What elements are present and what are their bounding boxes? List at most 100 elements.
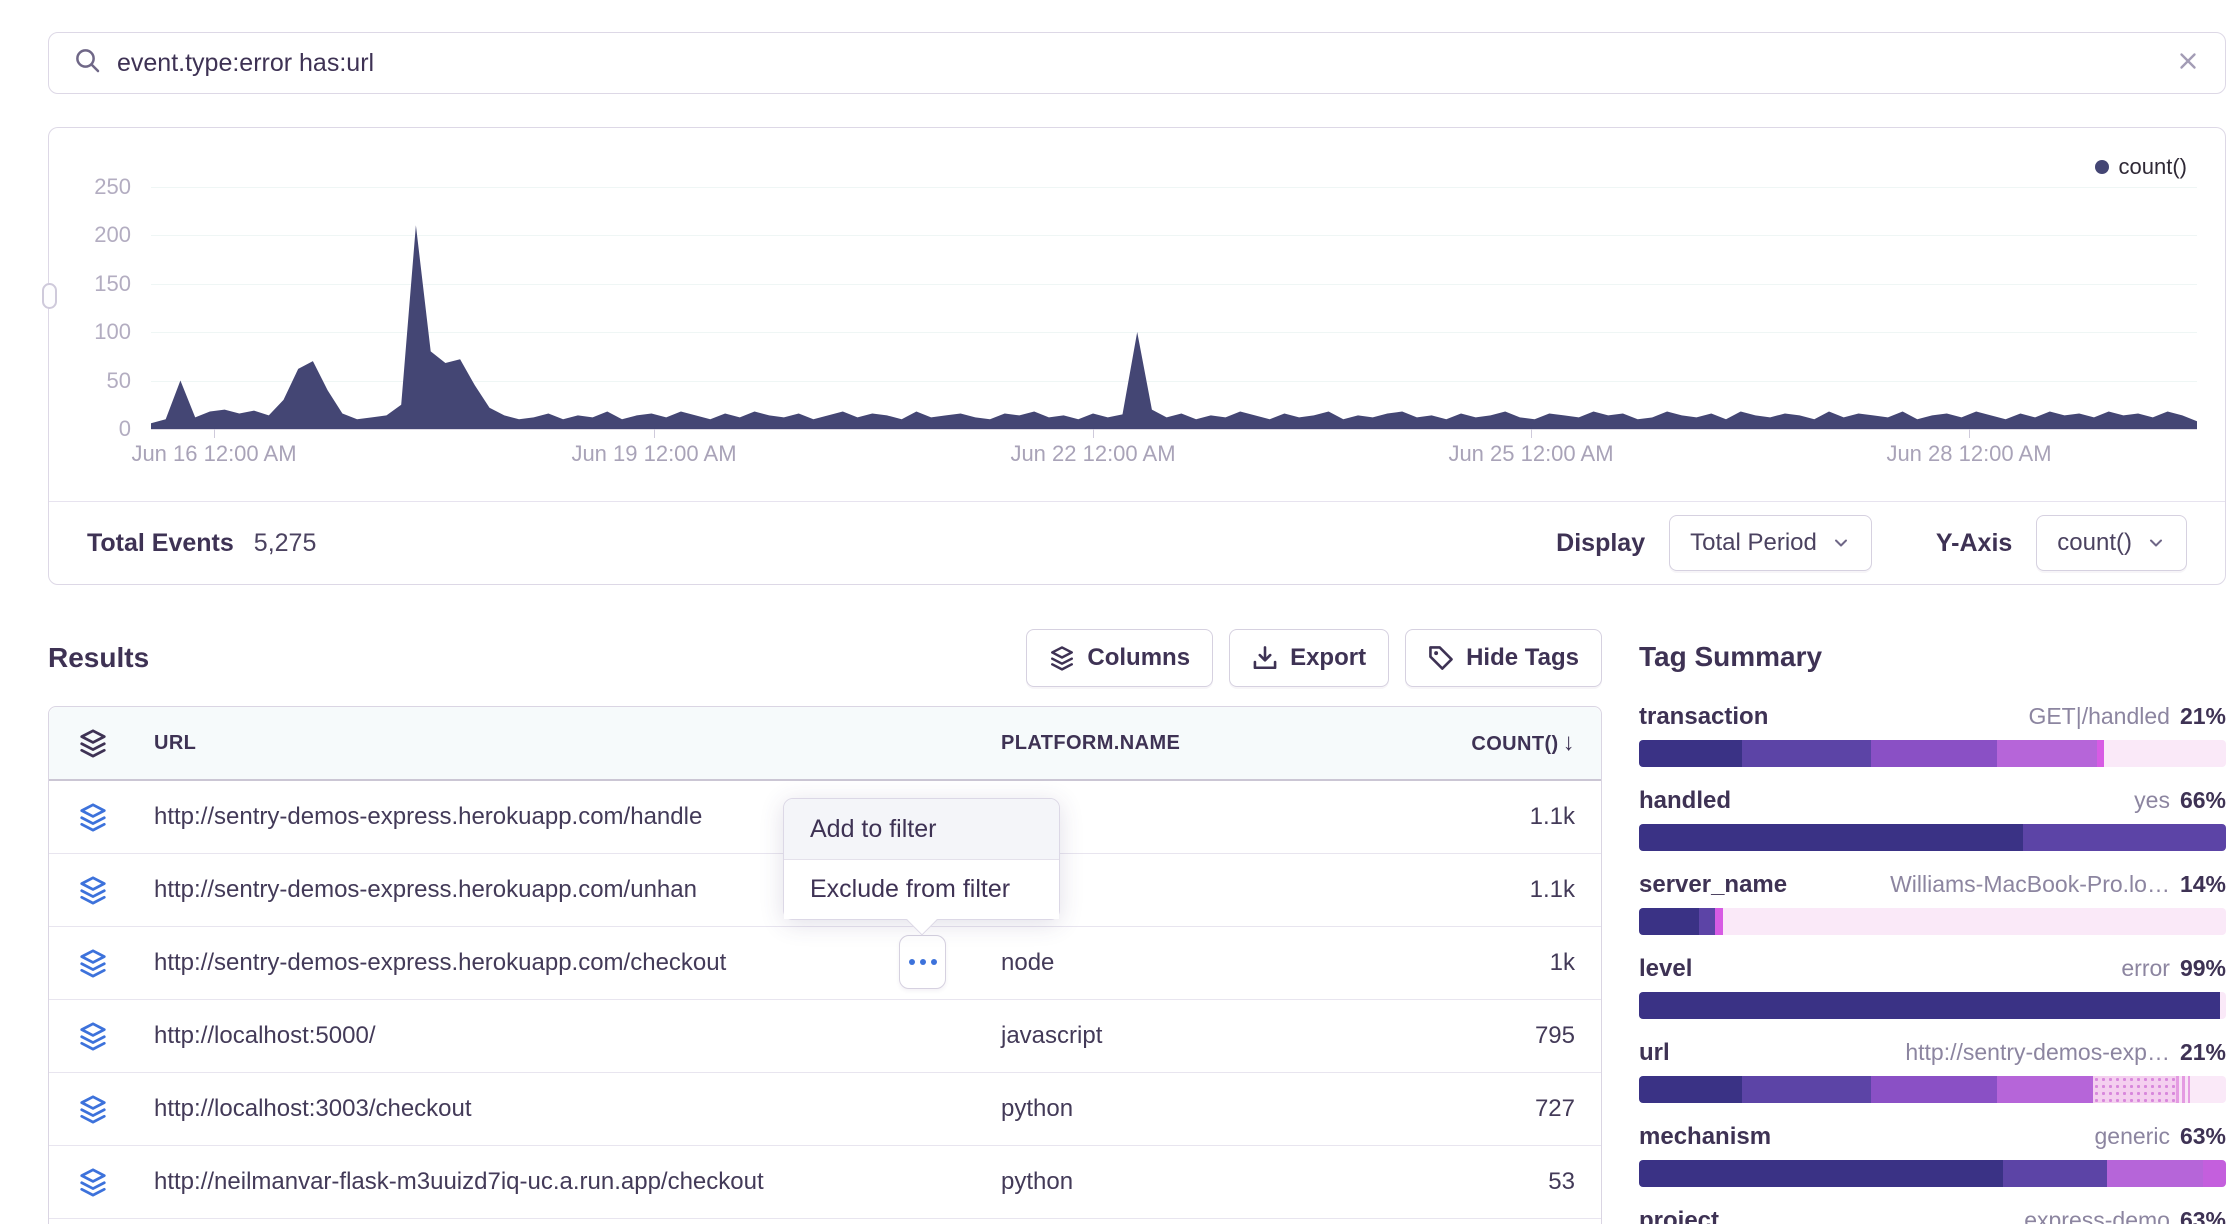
display-dropdown[interactable]: Total Period (1669, 515, 1872, 571)
tag-bar-segment[interactable] (1997, 1076, 2093, 1103)
platform-cell[interactable]: python (984, 1168, 1321, 1196)
tag-distribution-bar[interactable] (1639, 740, 2226, 767)
column-header-platform[interactable]: PLATFORM.NAME (984, 732, 1321, 755)
tag-bar-segment[interactable] (1639, 1076, 1742, 1103)
url-cell[interactable]: http://sentry-demos-express.herokuapp.co… (137, 949, 984, 977)
tag-distribution-bar[interactable] (1639, 824, 2226, 851)
tag-bar-segment[interactable] (1639, 740, 1742, 767)
y-axis-tick-label: 100 (61, 319, 131, 345)
platform-cell[interactable]: python (984, 1095, 1321, 1123)
column-header-url[interactable]: URL (137, 732, 984, 755)
tag-bar-segment[interactable] (1699, 908, 1714, 935)
tag-name[interactable]: project (1639, 1207, 1719, 1224)
tag-name[interactable]: level (1639, 955, 1692, 983)
tag-distribution-bar[interactable] (1639, 1076, 2226, 1103)
table-row[interactable]: http://localhost:3003/checkout python 72… (49, 1073, 1601, 1146)
row-stack-icon[interactable] (49, 875, 137, 905)
panel-resize-handle[interactable] (42, 283, 57, 309)
count-cell[interactable]: 1.1k (1321, 803, 1603, 831)
tag-bar-segment[interactable] (1639, 824, 2023, 851)
tag-top-value: error (2121, 955, 2170, 982)
row-stack-icon[interactable] (49, 948, 137, 978)
row-stack-icon[interactable] (49, 802, 137, 832)
legend-label: count() (2119, 154, 2187, 180)
tag-bar-segment[interactable] (2097, 740, 2104, 767)
platform-cell[interactable]: javascript (984, 1022, 1321, 1050)
stack-icon (78, 728, 108, 758)
tag-bar-segment[interactable] (2107, 1160, 2203, 1187)
results-table: URL PLATFORM.NAME COUNT()↓ http://sentry… (48, 706, 1602, 1224)
row-stack-icon[interactable] (49, 1167, 137, 1197)
count-cell[interactable]: 795 (1321, 1022, 1603, 1050)
cell-actions-button[interactable] (899, 935, 946, 989)
columns-button[interactable]: Columns (1026, 629, 1213, 687)
chart-footer: Total Events 5,275 Display Total Period … (49, 501, 2225, 584)
tag-top-value: GET|/handled (2028, 703, 2170, 730)
count-cell[interactable]: 1k (1321, 949, 1603, 977)
tag-name[interactable]: mechanism (1639, 1123, 1771, 1151)
menu-item-add-to-filter[interactable]: Add to filter (784, 799, 1059, 859)
tag-top-percent: 63% (2180, 1123, 2226, 1150)
tag-bar-segment[interactable] (2190, 1076, 2226, 1103)
tag-bar-segment[interactable] (1639, 908, 1699, 935)
tag-name[interactable]: server_name (1639, 871, 1787, 899)
tag-bar-segment[interactable] (1742, 740, 1871, 767)
url-cell[interactable]: http://localhost:3003/checkout (137, 1095, 984, 1123)
tag-bar-segment[interactable] (2203, 1160, 2226, 1187)
chart-legend[interactable]: count() (2095, 154, 2187, 180)
tag-name[interactable]: handled (1639, 787, 1731, 815)
tag-bar-segment[interactable] (2093, 1076, 2176, 1103)
column-header-count[interactable]: COUNT()↓ (1321, 729, 1603, 757)
yaxis-dropdown[interactable]: count() (2036, 515, 2187, 571)
x-axis-tick (654, 429, 655, 438)
x-axis-tick (1531, 429, 1532, 438)
tag-distribution-bar[interactable] (1639, 908, 2226, 935)
url-cell[interactable]: http://localhost:5000/ (137, 1022, 984, 1050)
tag-top-value: express-demo (2024, 1207, 2170, 1224)
row-stack-icon[interactable] (49, 1021, 137, 1051)
platform-cell[interactable]: node (984, 949, 1321, 977)
search-input[interactable] (117, 49, 2175, 78)
tag-bar-segment[interactable] (2023, 824, 2226, 851)
count-cell[interactable]: 1.1k (1321, 876, 1603, 904)
close-icon[interactable] (2175, 48, 2201, 79)
table-header-row: URL PLATFORM.NAME COUNT()↓ (49, 707, 1601, 781)
export-button[interactable]: Export (1229, 629, 1389, 687)
table-row[interactable]: http://localhost:5000/ javascript 795 (49, 1000, 1601, 1073)
y-axis-tick-label: 50 (61, 368, 131, 394)
tag-bar-segment[interactable] (2003, 1160, 2107, 1187)
row-stack-icon[interactable] (49, 1094, 137, 1124)
tag-bar-segment[interactable] (1997, 740, 2097, 767)
button-label: Columns (1087, 644, 1190, 672)
tag-bar-segment[interactable] (1871, 740, 1997, 767)
table-row[interactable]: http://neilmanvar-flask-m3uuizd7iq-uc.a.… (49, 1146, 1601, 1219)
tag-distribution-bar[interactable] (1639, 1160, 2226, 1187)
button-label: Export (1290, 644, 1366, 672)
tag-bar-segment[interactable] (1742, 1076, 1871, 1103)
export-download-icon (1252, 645, 1278, 671)
x-axis-tick-label: Jun 28 12:00 AM (1886, 441, 2051, 467)
tag-bar-segment[interactable] (2104, 740, 2226, 767)
table-row[interactable]: http://sentry-demos-express.herokuapp.co… (49, 927, 1601, 1000)
tag-name[interactable]: url (1639, 1039, 1670, 1067)
tag-bar-segment[interactable] (1639, 992, 2220, 1019)
tag-name[interactable]: transaction (1639, 703, 1768, 731)
tag-bar-segment[interactable] (1715, 908, 1723, 935)
url-cell[interactable]: http://neilmanvar-flask-m3uuizd7iq-uc.a.… (137, 1168, 984, 1196)
count-cell[interactable]: 727 (1321, 1095, 1603, 1123)
x-axis-tick-label: Jun 19 12:00 AM (571, 441, 736, 467)
hide-tags-button[interactable]: Hide Tags (1405, 629, 1602, 687)
tag-bar-segment[interactable] (2176, 1076, 2190, 1103)
tag-summary-item: transaction GET|/handled 21% (1639, 703, 2226, 767)
tag-bar-segment[interactable] (1871, 1076, 1997, 1103)
tag-bar-segment[interactable] (1639, 1160, 2003, 1187)
button-label: Hide Tags (1466, 644, 1579, 672)
stack-icon (78, 1167, 108, 1197)
dot-icon (931, 959, 937, 965)
tag-distribution-bar[interactable] (1639, 992, 2226, 1019)
tag-summary-item: server_name Williams-MacBook-Pro.lo… 14% (1639, 871, 2226, 935)
stack-icon (78, 1021, 108, 1051)
count-cell[interactable]: 53 (1321, 1168, 1603, 1196)
tag-bar-segment[interactable] (2220, 992, 2226, 1019)
tag-bar-segment[interactable] (1723, 908, 2226, 935)
